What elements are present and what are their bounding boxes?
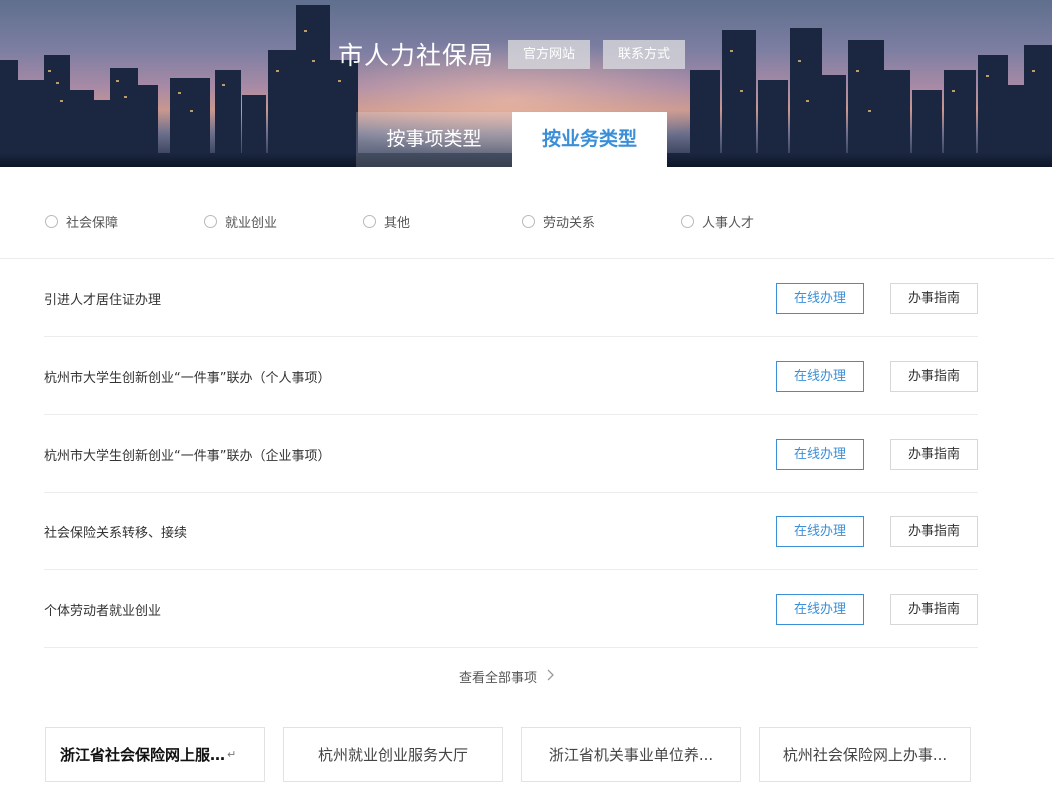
radio-circle[interactable]: [681, 214, 694, 228]
filter-label: 就业创业: [225, 215, 278, 231]
service-row: 杭州市大学生创新创业“一件事”联办（企业事项） 在线办理 办事指南: [44, 415, 978, 493]
tab-by-item-type[interactable]: 按事项类型: [356, 112, 512, 167]
service-row: 引进人才居住证办理 在线办理 办事指南: [44, 259, 978, 337]
tab-by-business-type[interactable]: 按业务类型: [512, 112, 667, 167]
quick-link-zj-social-insurance[interactable]: 浙江省社会保险网上服… ↵: [45, 727, 265, 782]
online-apply-button[interactable]: 在线办理: [776, 516, 864, 547]
header-banner: 市人力社保局 官方网站 联系方式 按事项类型 按业务类型: [0, 0, 1052, 167]
quick-link-hz-social-insurance[interactable]: 杭州社会保险网上办事...: [759, 727, 971, 782]
quick-link-label: 杭州就业创业服务大厅: [317, 746, 468, 764]
official-site-button[interactable]: 官方网站: [508, 40, 590, 69]
quick-link-zj-pension[interactable]: 浙江省机关事业单位养...: [521, 727, 741, 782]
radio-circle[interactable]: [204, 214, 217, 228]
view-all-label: 查看全部事项: [459, 671, 538, 686]
return-mark: ↵: [227, 748, 237, 761]
filter-personnel-talent[interactable]: 人事人才: [681, 213, 755, 231]
service-title: 社会保险关系转移、接续: [44, 526, 188, 541]
filter-label: 劳动关系: [543, 215, 596, 231]
service-title: 杭州市大学生创新创业“一件事”联办（个人事项）: [44, 371, 331, 386]
radio-circle[interactable]: [45, 214, 58, 228]
filter-social-security[interactable]: 社会保障: [45, 213, 119, 231]
quick-link-hz-employment-hall[interactable]: 杭州就业创业服务大厅: [283, 727, 503, 782]
service-title: 个体劳动者就业创业: [44, 604, 162, 619]
chevron-right-icon: [547, 669, 555, 685]
radio-circle[interactable]: [522, 214, 535, 228]
contact-button[interactable]: 联系方式: [603, 40, 685, 69]
guide-button[interactable]: 办事指南: [890, 283, 978, 314]
online-apply-button[interactable]: 在线办理: [776, 361, 864, 392]
service-row: 个体劳动者就业创业 在线办理 办事指南: [44, 570, 978, 648]
quick-link-label: 浙江省机关事业单位养...: [548, 746, 714, 764]
guide-button[interactable]: 办事指南: [890, 516, 978, 547]
filter-labor-relations[interactable]: 劳动关系: [522, 213, 596, 231]
view-all-link[interactable]: 查看全部事项: [459, 667, 555, 686]
radio-circle[interactable]: [363, 214, 376, 228]
online-apply-button[interactable]: 在线办理: [776, 283, 864, 314]
guide-button[interactable]: 办事指南: [890, 439, 978, 470]
online-apply-button[interactable]: 在线办理: [776, 439, 864, 470]
filter-employment[interactable]: 就业创业: [204, 213, 278, 231]
guide-button[interactable]: 办事指南: [890, 594, 978, 625]
online-apply-button[interactable]: 在线办理: [776, 594, 864, 625]
agency-title: 市人力社保局: [338, 41, 495, 70]
guide-button[interactable]: 办事指南: [890, 361, 978, 392]
quick-link-label: 杭州社会保险网上办事...: [782, 746, 948, 764]
filter-label: 人事人才: [702, 215, 755, 231]
service-row: 杭州市大学生创新创业“一件事”联办（个人事项） 在线办理 办事指南: [44, 337, 978, 415]
quick-link-label: 浙江省社会保险网上服…: [60, 746, 226, 764]
service-title: 引进人才居住证办理: [44, 293, 162, 308]
filter-label: 社会保障: [66, 215, 119, 231]
filter-label: 其他: [384, 215, 411, 231]
category-filter-bar: 社会保障 就业创业 其他 劳动关系 人事人才: [0, 167, 1054, 259]
service-title: 杭州市大学生创新创业“一件事”联办（企业事项）: [44, 449, 331, 464]
service-row: 社会保险关系转移、接续 在线办理 办事指南: [44, 492, 978, 570]
filter-other[interactable]: 其他: [363, 213, 411, 231]
